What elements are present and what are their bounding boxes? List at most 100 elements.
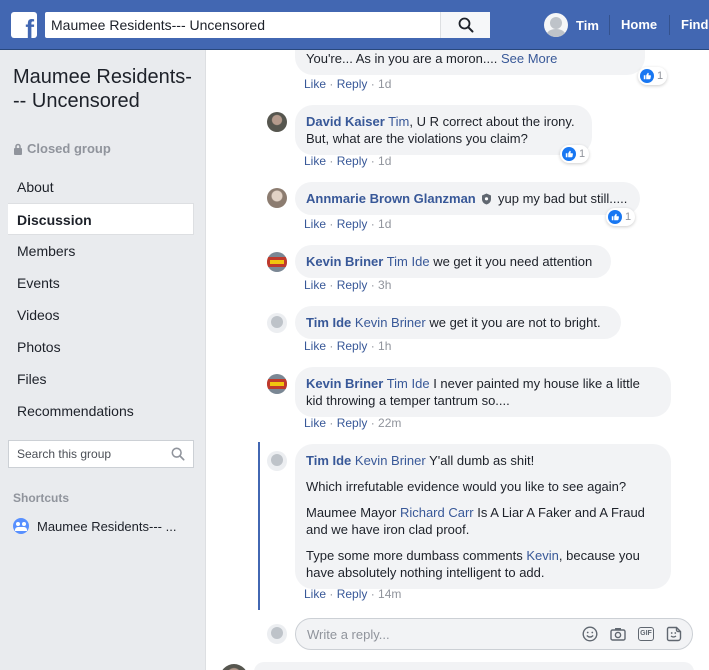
comment-actions: Like · Reply · 1h <box>304 339 392 353</box>
search-icon <box>458 17 473 33</box>
comment-text: Type some more dumbass comments <box>306 548 523 563</box>
like-icon <box>640 69 654 83</box>
nav-about[interactable]: About <box>8 171 194 203</box>
emoji-icon[interactable] <box>582 626 598 642</box>
group-nav: About Discussion Members Events Videos P… <box>8 171 194 427</box>
comment-time: 3h <box>378 278 392 292</box>
user-avatar <box>544 13 568 37</box>
mention-link[interactable]: Tim Ide <box>387 254 430 269</box>
like-link[interactable]: Like <box>304 278 326 292</box>
nav-events[interactable]: Events <box>8 267 194 299</box>
search-input[interactable] <box>51 12 446 38</box>
reply-link[interactable]: Reply <box>337 278 368 292</box>
comment-author[interactable]: Kevin Briner <box>306 376 383 391</box>
like-link[interactable]: Like <box>304 339 326 353</box>
comment-time: 1d <box>378 217 392 231</box>
reaction-number: 1 <box>625 211 632 223</box>
mention-link[interactable]: Kevin <box>526 548 559 563</box>
nav-discussion[interactable]: Discussion <box>8 203 194 235</box>
search-button[interactable] <box>440 12 490 38</box>
mention-link[interactable]: Tim <box>388 114 409 129</box>
comment-author[interactable]: Kevin Briner <box>306 254 383 269</box>
like-link[interactable]: Like <box>304 587 326 601</box>
profile-link[interactable]: Tim <box>544 13 599 37</box>
group-title[interactable]: Maumee Residents--- Uncensored <box>13 65 193 113</box>
nav-photos[interactable]: Photos <box>8 331 194 363</box>
reply-input[interactable] <box>307 619 567 649</box>
reply-link[interactable]: Reply <box>337 339 368 353</box>
like-icon <box>562 147 576 161</box>
like-link[interactable]: Like <box>304 77 326 91</box>
camera-icon[interactable] <box>610 626 626 642</box>
see-more-link[interactable]: See More <box>501 51 557 66</box>
user-name: Tim <box>576 17 599 33</box>
comment-bubble: David Kaiser Tim, U R correct about the … <box>295 105 592 155</box>
top-bar: f Tim Home Find <box>0 0 709 50</box>
reply-link[interactable]: Reply <box>337 587 368 601</box>
comment-text: , U R correct about the irony. <box>409 114 575 129</box>
avatar[interactable] <box>267 374 287 394</box>
avatar[interactable] <box>267 252 287 272</box>
composer-tools: GIF <box>570 626 682 642</box>
facebook-logo-icon[interactable]: f <box>11 12 37 38</box>
avatar[interactable] <box>267 112 287 132</box>
shortcut-group-link[interactable]: Maumee Residents--- ... <box>13 518 176 534</box>
comment-author[interactable]: David Kaiser <box>306 114 385 129</box>
comment-author[interactable]: Annmarie Brown Glanzman <box>306 191 476 206</box>
like-link[interactable]: Like <box>304 416 326 430</box>
like-link[interactable]: Like <box>304 154 326 168</box>
comment-author[interactable]: Tim Ide <box>306 453 351 468</box>
nav-files[interactable]: Files <box>8 363 194 395</box>
reaction-count[interactable]: 1 <box>638 67 668 85</box>
avatar[interactable] <box>267 451 287 471</box>
shortcut-label: Maumee Residents--- ... <box>37 518 177 534</box>
comment-author[interactable]: Tim Ide <box>306 315 351 330</box>
comment-text: we get it you are not to bright. <box>429 315 601 330</box>
reply-link[interactable]: Reply <box>337 77 368 91</box>
comment-text: kid throwing a temper tantrum so.... <box>306 393 510 408</box>
comment-text: have absolutely nothing intelligent to a… <box>306 565 545 580</box>
nav-recommendations[interactable]: Recommendations <box>8 395 194 427</box>
reaction-count[interactable]: 1 <box>560 145 590 163</box>
comment-text: You're... As in you are a moron.... <box>306 51 498 66</box>
mention-link[interactable]: Kevin Briner <box>355 453 426 468</box>
reply-composer: GIF <box>295 618 693 650</box>
group-search-input[interactable] <box>17 441 167 467</box>
comment-time: 1h <box>378 339 392 353</box>
comment-bubble: Kevin Briner Tim Ide I never painted my … <box>295 367 671 417</box>
find-friends-link[interactable]: Find <box>681 17 708 32</box>
avatar[interactable] <box>267 188 287 208</box>
comment-text: I never painted my house like a little <box>433 376 640 391</box>
sticker-icon[interactable] <box>666 626 682 642</box>
mention-link[interactable]: Kevin Briner <box>355 315 426 330</box>
reply-link[interactable]: Reply <box>337 154 368 168</box>
mention-link[interactable]: Tim Ide <box>387 376 430 391</box>
comment-paragraph: Which irrefutable evidence would you lik… <box>306 479 627 494</box>
composer-avatar <box>267 624 287 644</box>
search-icon[interactable] <box>171 447 185 461</box>
reply-link[interactable]: Reply <box>337 416 368 430</box>
mention-link[interactable]: Richard Carr <box>400 505 474 520</box>
nav-videos[interactable]: Videos <box>8 299 194 331</box>
comment-actions: Like · Reply · 1d <box>304 217 392 231</box>
comment-actions: Like · Reply · 1d <box>304 77 392 91</box>
reaction-number: 1 <box>579 148 586 160</box>
comment-bubble: Kevin Briner Tim Ide we get it you need … <box>295 245 611 278</box>
shortcuts-heading: Shortcuts <box>13 491 70 505</box>
gif-icon[interactable]: GIF <box>638 627 654 641</box>
group-privacy: Closed group <box>13 141 111 156</box>
nav-members[interactable]: Members <box>8 235 194 267</box>
comment-time: 14m <box>378 587 402 601</box>
nav-divider <box>669 15 670 35</box>
comment-time: 1d <box>378 154 392 168</box>
like-link[interactable]: Like <box>304 217 326 231</box>
thread-highlight-bar <box>258 442 260 610</box>
reply-link[interactable]: Reply <box>337 217 368 231</box>
comment-text: But, what are the violations you claim? <box>306 131 528 146</box>
home-link[interactable]: Home <box>621 17 657 32</box>
next-post-avatar[interactable] <box>220 664 248 670</box>
left-sidebar: Maumee Residents--- Uncensored Closed gr… <box>0 50 204 670</box>
comment-time: 22m <box>378 416 402 430</box>
avatar[interactable] <box>267 313 287 333</box>
reaction-count[interactable]: 1 <box>606 208 636 226</box>
